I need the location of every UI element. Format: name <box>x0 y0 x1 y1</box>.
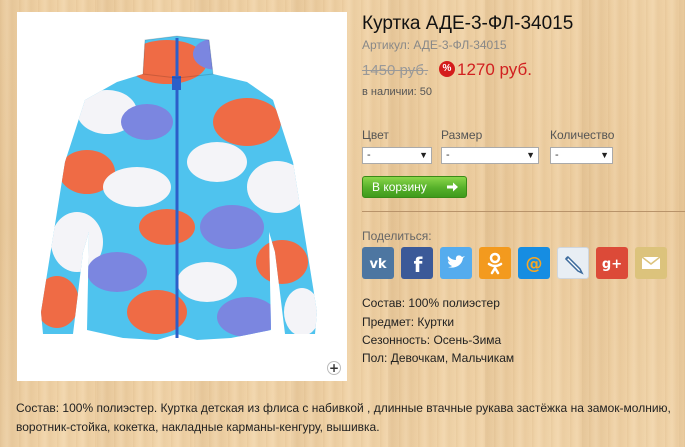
color-select[interactable]: - ▼ <box>362 147 432 164</box>
quantity-label: Количество <box>550 128 615 142</box>
odnoklassniki-icon <box>487 252 503 275</box>
sale-percent-icon: % <box>439 61 455 77</box>
share-email-button[interactable] <box>635 247 667 279</box>
share-label: Поделиться: <box>362 229 432 243</box>
email-icon <box>641 256 661 269</box>
quantity-select-value: - <box>555 149 559 161</box>
chevron-down-icon: ▼ <box>419 150 428 160</box>
googleplus-icon: g+ <box>602 257 622 272</box>
color-select-value: - <box>367 149 371 161</box>
share-vk-button[interactable]: vk <box>362 247 394 279</box>
share-googleplus-button[interactable]: g+ <box>596 247 628 279</box>
attribute-composition: Состав: 100% полиэстер <box>362 296 500 310</box>
product-image[interactable]: + <box>17 12 347 381</box>
svg-text:vk: vk <box>369 257 386 272</box>
chevron-down-icon: ▼ <box>600 150 609 160</box>
stock-status: в наличии: 50 <box>362 86 433 98</box>
current-price: 1270 руб. <box>457 60 532 79</box>
mailru-icon: @ <box>526 254 543 274</box>
chevron-down-icon: ▼ <box>526 150 535 160</box>
share-livejournal-button[interactable] <box>557 247 589 279</box>
share-twitter-button[interactable] <box>440 247 472 279</box>
svg-text:@: @ <box>526 254 543 274</box>
attribute-season: Сезонность: Осень-Зима <box>362 333 502 347</box>
old-price: 1450 руб. <box>362 62 429 79</box>
share-facebook-button[interactable]: f <box>401 247 433 279</box>
add-to-cart-button[interactable]: В корзину <box>362 176 467 198</box>
svg-text:g+: g+ <box>602 257 622 272</box>
size-label: Размер <box>441 128 483 142</box>
svg-text:f: f <box>414 253 423 277</box>
arrow-right-icon <box>447 182 458 192</box>
zoom-icon[interactable]: + <box>327 361 341 375</box>
divider <box>362 211 685 212</box>
product-description: Состав: 100% полиэстер. Куртка детская и… <box>16 401 671 434</box>
vk-icon: vk <box>369 257 386 272</box>
share-mailru-button[interactable]: @ <box>518 247 550 279</box>
attribute-item-type: Предмет: Куртки <box>362 315 455 329</box>
product-sku: Артикул: АДЕ-3-ФЛ-34015 <box>362 38 507 52</box>
twitter-icon <box>447 255 465 268</box>
size-select[interactable]: - ▼ <box>441 147 539 164</box>
share-odnoklassniki-button[interactable] <box>479 247 511 279</box>
attribute-gender: Пол: Девочкам, Мальчикам <box>362 351 515 365</box>
product-title: Куртка АДЕ-3-ФЛ-34015 <box>362 13 574 34</box>
quantity-select[interactable]: - ▼ <box>550 147 613 164</box>
jacket-picture <box>41 35 317 340</box>
facebook-icon: f <box>414 253 423 277</box>
livejournal-icon <box>564 255 584 275</box>
add-to-cart-label: В корзину <box>372 180 427 194</box>
color-label: Цвет <box>362 128 389 142</box>
size-select-value: - <box>446 149 450 161</box>
